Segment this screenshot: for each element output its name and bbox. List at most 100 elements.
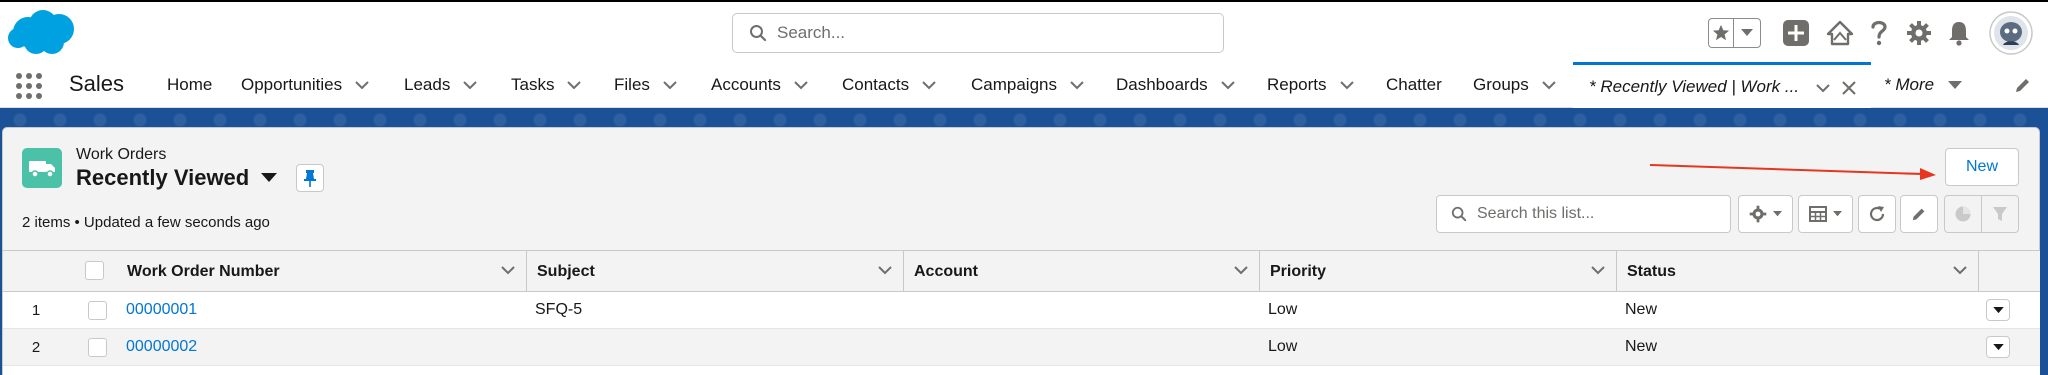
global-search-input[interactable]: Search...	[732, 13, 1224, 53]
chevron-down-icon[interactable]	[354, 80, 370, 90]
subject-cell: SFQ-5	[535, 301, 583, 318]
nav-item-label: Groups	[1473, 75, 1529, 94]
chevron-down-icon[interactable]	[1590, 265, 1606, 275]
nav-item-label: Home	[167, 75, 213, 94]
row-number: 2	[31, 338, 41, 356]
list-search-placeholder: Search this list...	[1477, 205, 1595, 222]
nav-item-reports[interactable]: Reports	[1267, 62, 1355, 108]
row-select-checkbox[interactable]	[88, 338, 107, 357]
gear-icon	[1749, 205, 1767, 223]
filters-button[interactable]	[1981, 195, 2019, 233]
search-icon	[750, 25, 767, 42]
work-order-number-link[interactable]: 00000002	[126, 329, 197, 365]
work-order-number-link[interactable]: 00000001	[126, 292, 197, 328]
pencil-icon	[1912, 208, 1925, 221]
chevron-down-icon[interactable]	[1815, 83, 1831, 93]
chevron-down-icon[interactable]	[921, 80, 937, 90]
nav-more-menu[interactable]: * More	[1884, 62, 1963, 108]
nav-more-label: * More	[1884, 75, 1935, 94]
nav-item-label: Dashboards	[1116, 75, 1208, 94]
table-header: Work Order Number Subject Account Priori…	[3, 250, 2040, 292]
column-label: Status	[1627, 262, 1676, 280]
notifications-bell-icon[interactable]	[1945, 18, 1973, 48]
chevron-down-icon[interactable]	[500, 265, 516, 275]
priority-cell: Low	[1268, 338, 1298, 355]
chevron-down-icon[interactable]	[662, 80, 678, 90]
nav-item-campaigns[interactable]: Campaigns	[971, 62, 1085, 108]
app-name: Sales	[69, 71, 125, 96]
nav-item-label: Contacts	[842, 75, 910, 94]
status-cell: New	[1625, 338, 1658, 355]
chevron-down-icon[interactable]	[793, 80, 809, 90]
caret-down-icon[interactable]	[261, 173, 278, 183]
setup-gear-icon[interactable]	[1904, 18, 1934, 48]
chevron-down-icon[interactable]	[877, 265, 893, 275]
app-launcher-waffle-icon[interactable]	[15, 72, 43, 100]
nav-item-chatter[interactable]: Chatter	[1386, 62, 1442, 108]
object-label: Work Orders	[76, 146, 167, 163]
nav-item-files[interactable]: Files	[614, 62, 678, 108]
nav-item-leads[interactable]: Leads	[404, 62, 478, 108]
nav-item-label: Accounts	[711, 75, 781, 94]
chevron-down-icon[interactable]	[1541, 80, 1557, 90]
select-all-checkbox[interactable]	[85, 261, 104, 280]
nav-item-label: Campaigns	[971, 75, 1057, 94]
display-as-table-button[interactable]	[1798, 195, 1853, 233]
edit-nav-pencil-icon[interactable]	[2014, 76, 2032, 99]
status-cell: New	[1625, 301, 1658, 318]
list-search-input[interactable]: Search this list...	[1436, 195, 1731, 233]
chevron-down-icon[interactable]	[1233, 265, 1249, 275]
star-icon[interactable]	[1709, 19, 1734, 47]
column-header-account[interactable]: Account	[904, 251, 1260, 292]
user-avatar[interactable]	[1988, 10, 2034, 56]
charts-button[interactable]	[1944, 195, 1982, 233]
global-create-icon[interactable]	[1781, 18, 1811, 48]
table-icon	[1809, 206, 1827, 222]
nav-item-tasks[interactable]: Tasks	[511, 62, 582, 108]
new-button[interactable]: New	[1945, 148, 2019, 186]
edit-list-button[interactable]	[1900, 195, 1938, 233]
nav-item-label: Files	[614, 75, 650, 94]
chevron-down-icon[interactable]	[1339, 80, 1355, 90]
column-header-status[interactable]: Status	[1617, 251, 1979, 292]
nav-item-label: Reports	[1267, 75, 1327, 94]
column-header-subject[interactable]: Subject	[527, 251, 904, 292]
tab-recently-viewed-work-orders[interactable]: * Recently Viewed | Work ...	[1573, 62, 1871, 108]
active-tab-label: * Recently Viewed | Work ...	[1589, 76, 1800, 96]
pin-list-view-button[interactable]	[296, 164, 324, 192]
column-header-priority[interactable]: Priority	[1260, 251, 1617, 292]
favorites-button[interactable]	[1708, 18, 1761, 48]
column-label: Priority	[1270, 262, 1327, 280]
chevron-down-icon[interactable]	[462, 80, 478, 90]
chevron-down-icon[interactable]	[1220, 80, 1236, 90]
list-view-name: Recently Viewed	[76, 165, 250, 190]
salesforce-logo-icon[interactable]	[6, 8, 78, 63]
chevron-down-icon[interactable]	[1069, 80, 1085, 90]
nav-item-groups[interactable]: Groups	[1473, 62, 1557, 108]
trailhead-icon[interactable]	[1824, 18, 1856, 48]
row-select-checkbox[interactable]	[88, 301, 107, 320]
refresh-button[interactable]	[1858, 195, 1896, 233]
nav-item-home[interactable]: Home	[167, 62, 212, 108]
nav-item-dashboards[interactable]: Dashboards	[1116, 62, 1236, 108]
favorites-dropdown-icon[interactable]	[1734, 29, 1760, 37]
column-header-work-order-number[interactable]: Work Order Number	[117, 251, 527, 292]
row-actions-button[interactable]	[1986, 336, 2010, 358]
help-icon[interactable]	[1866, 18, 1892, 48]
app-navigation-bar: Sales Home Opportunities Leads Tasks Fil…	[0, 62, 2048, 108]
chevron-down-icon[interactable]	[566, 80, 582, 90]
list-view-controls-button[interactable]	[1738, 195, 1793, 233]
nav-item-opportunities[interactable]: Opportunities	[241, 62, 370, 108]
caret-down-icon	[1948, 80, 1963, 89]
global-search-placeholder: Search...	[777, 23, 846, 42]
nav-item-accounts[interactable]: Accounts	[711, 62, 809, 108]
close-icon[interactable]	[1841, 80, 1857, 96]
refresh-icon	[1869, 206, 1885, 222]
list-view-selector[interactable]: Recently Viewed	[76, 165, 278, 191]
nav-item-label: Opportunities	[241, 75, 343, 94]
row-actions-button[interactable]	[1986, 299, 2010, 321]
caret-down-icon	[1992, 306, 2004, 313]
search-icon	[1451, 206, 1467, 222]
chevron-down-icon[interactable]	[1952, 265, 1968, 275]
nav-item-contacts[interactable]: Contacts	[842, 62, 937, 108]
